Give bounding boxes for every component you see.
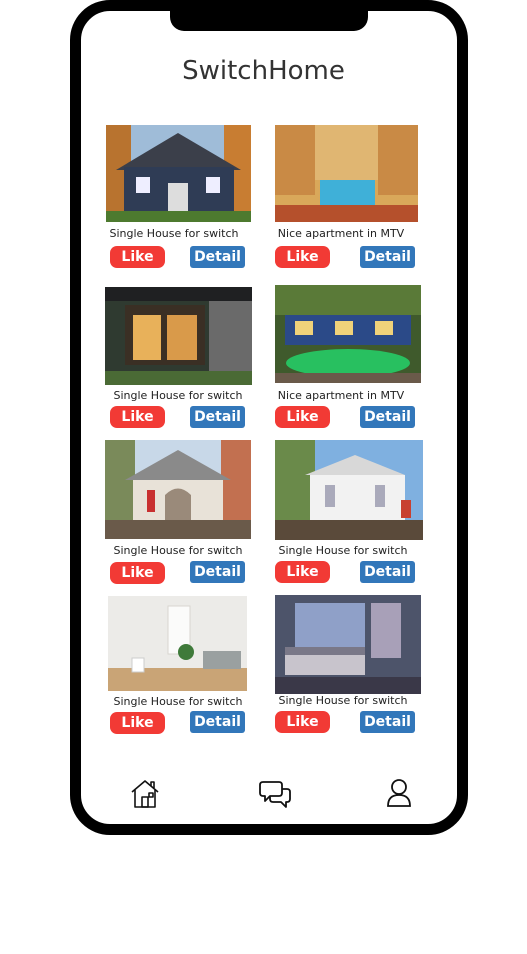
app-title: SwitchHome <box>182 56 345 86</box>
like-button[interactable]: Like <box>110 246 165 268</box>
listing-caption: Single House for switch <box>109 227 239 240</box>
listing-caption: Nice apartment in MTV <box>277 389 405 402</box>
detail-button[interactable]: Detail <box>190 561 245 583</box>
detail-button[interactable]: Detail <box>360 561 415 583</box>
listing-photo[interactable] <box>275 595 421 694</box>
detail-button[interactable]: Detail <box>190 711 245 733</box>
detail-button[interactable]: Detail <box>190 246 245 268</box>
like-button[interactable]: Like <box>110 712 165 734</box>
detail-button[interactable]: Detail <box>360 406 415 428</box>
detail-button[interactable]: Detail <box>360 711 415 733</box>
detail-button[interactable]: Detail <box>190 406 245 428</box>
chat-icon[interactable] <box>259 779 291 809</box>
like-button[interactable]: Like <box>275 711 330 733</box>
listing-photo[interactable] <box>108 596 247 691</box>
profile-icon[interactable] <box>386 778 412 808</box>
home-icon[interactable] <box>129 778 161 810</box>
like-button[interactable]: Like <box>275 406 330 428</box>
listing-caption: Single House for switch <box>278 694 408 707</box>
listing-caption: Single House for switch <box>113 695 243 708</box>
listing-caption: Single House for switch <box>278 544 408 557</box>
phone-notch <box>170 0 368 31</box>
listing-photo[interactable] <box>105 440 251 539</box>
like-button[interactable]: Like <box>110 562 165 584</box>
like-button[interactable]: Like <box>275 561 330 583</box>
listing-caption: Single House for switch <box>113 389 243 402</box>
listing-photo[interactable] <box>106 125 251 222</box>
listing-photo[interactable] <box>275 440 423 540</box>
listing-caption: Nice apartment in MTV <box>277 227 405 240</box>
listing-photo[interactable] <box>105 287 252 385</box>
like-button[interactable]: Like <box>110 406 165 428</box>
listing-photo[interactable] <box>275 125 418 222</box>
listing-photo[interactable] <box>275 285 421 383</box>
listing-caption: Single House for switch <box>113 544 243 557</box>
like-button[interactable]: Like <box>275 246 330 268</box>
detail-button[interactable]: Detail <box>360 246 415 268</box>
